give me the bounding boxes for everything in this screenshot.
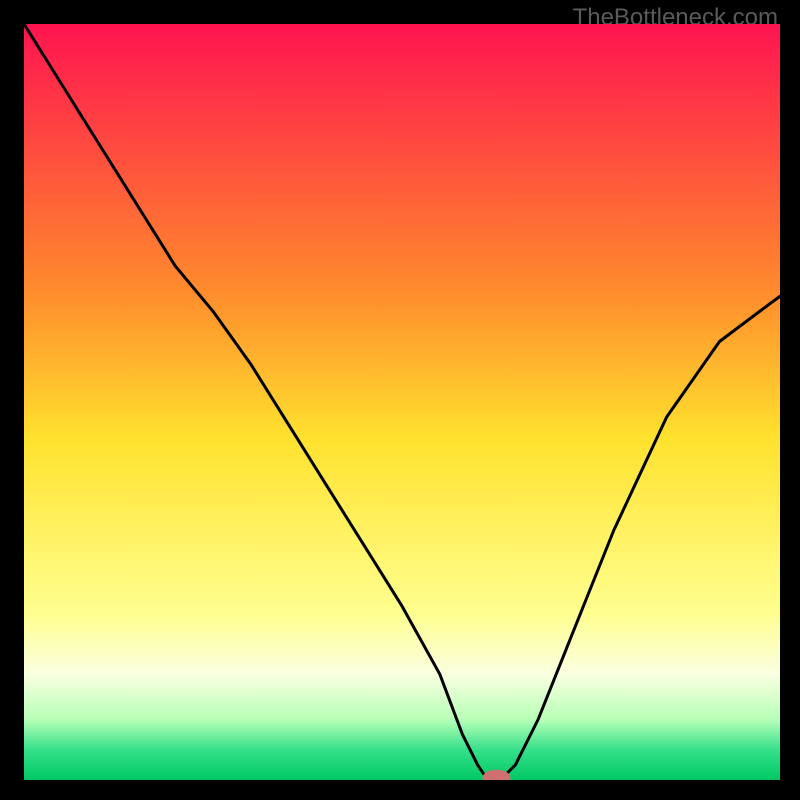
plot-area bbox=[24, 24, 780, 780]
gradient-background bbox=[24, 24, 780, 780]
bottleneck-chart bbox=[24, 24, 780, 780]
chart-container: TheBottleneck.com bbox=[0, 0, 800, 800]
